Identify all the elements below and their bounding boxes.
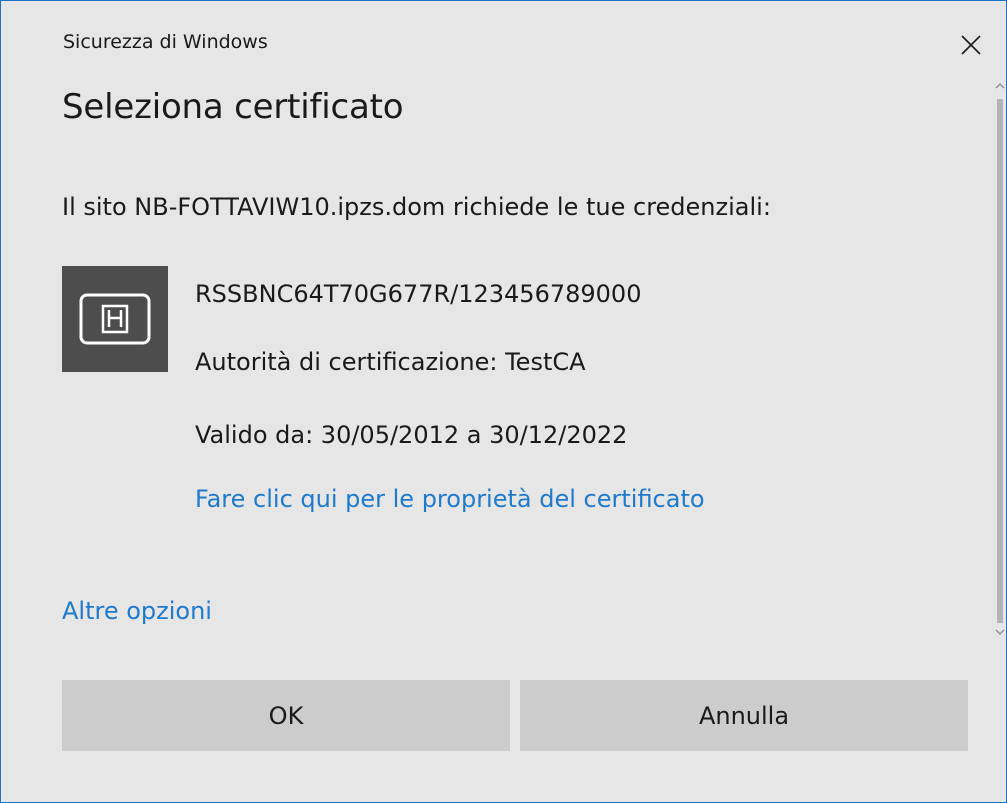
more-options-link[interactable]: Altre opzioni [62, 597, 212, 625]
certificate-list-item[interactable]: RSSBNC64T70G677R/123456789000 Autorità d… [62, 266, 962, 536]
ok-button[interactable]: OK [62, 680, 510, 751]
close-button[interactable] [951, 25, 991, 65]
certificate-validity: Valido da: 30/05/2012 a 30/12/2022 [195, 421, 628, 449]
certificate-dialog: Sicurezza di Windows Seleziona certifica… [0, 0, 1007, 803]
close-icon [961, 35, 981, 55]
scroll-down-arrow[interactable] [994, 625, 1006, 639]
chevron-down-icon [995, 629, 1005, 635]
certificate-properties-link[interactable]: Fare clic qui per le proprietà del certi… [195, 485, 705, 513]
page-title: Seleziona certificato [62, 87, 404, 127]
window-title: Sicurezza di Windows [63, 31, 268, 53]
certificate-card-icon [79, 293, 151, 345]
certificate-subject: RSSBNC64T70G677R/123456789000 [195, 280, 642, 308]
scroll-thumb[interactable] [997, 99, 1003, 623]
chevron-up-icon [995, 83, 1005, 89]
certificate-issuer: Autorità di certificazione: TestCA [195, 348, 586, 376]
cancel-button[interactable]: Annulla [520, 680, 968, 751]
certificate-tile [62, 266, 168, 372]
scrollbar[interactable] [994, 79, 1006, 639]
site-message: Il sito NB-FOTTAVIW10.ipzs.dom richiede … [62, 193, 771, 221]
scroll-up-arrow[interactable] [994, 79, 1006, 93]
